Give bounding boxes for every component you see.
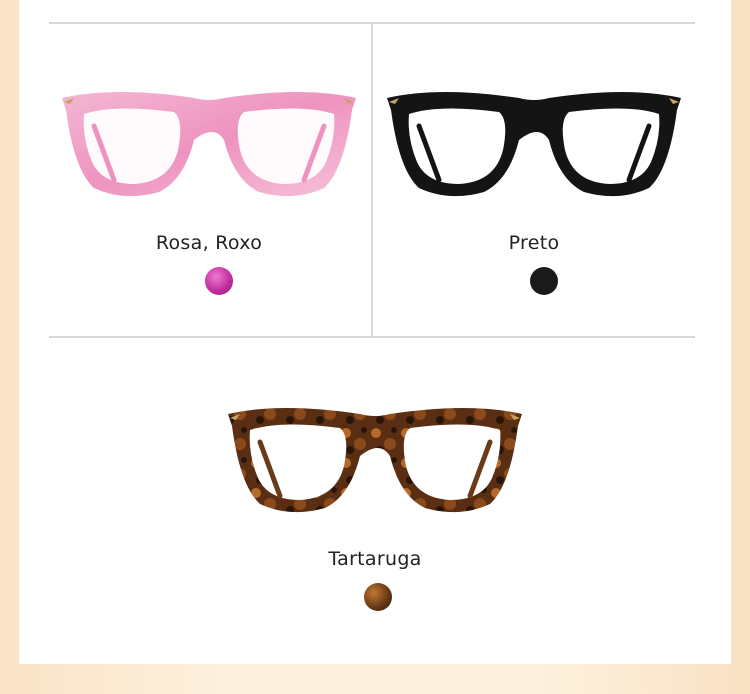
glasses-pink-image — [62, 92, 356, 197]
variant-card-preto[interactable]: Preto — [374, 60, 694, 330]
color-swatch-rosa-roxo[interactable] — [205, 267, 233, 295]
color-swatch-preto[interactable] — [530, 267, 558, 295]
color-options-panel: Rosa, Roxo Preto Tartaruga — [19, 0, 731, 664]
color-swatch-tartaruga[interactable] — [364, 583, 392, 611]
glasses-black-image — [387, 92, 681, 197]
middle-divider — [49, 336, 695, 338]
variant-label: Tartaruga — [328, 548, 422, 570]
center-divider — [371, 24, 373, 337]
variant-card-tartaruga[interactable]: Tartaruga — [215, 376, 535, 646]
variant-label: Rosa, Roxo — [155, 232, 263, 254]
glasses-tortoise-image — [228, 408, 522, 513]
variant-card-rosa-roxo[interactable]: Rosa, Roxo — [49, 60, 369, 330]
variant-label: Preto — [508, 232, 560, 254]
